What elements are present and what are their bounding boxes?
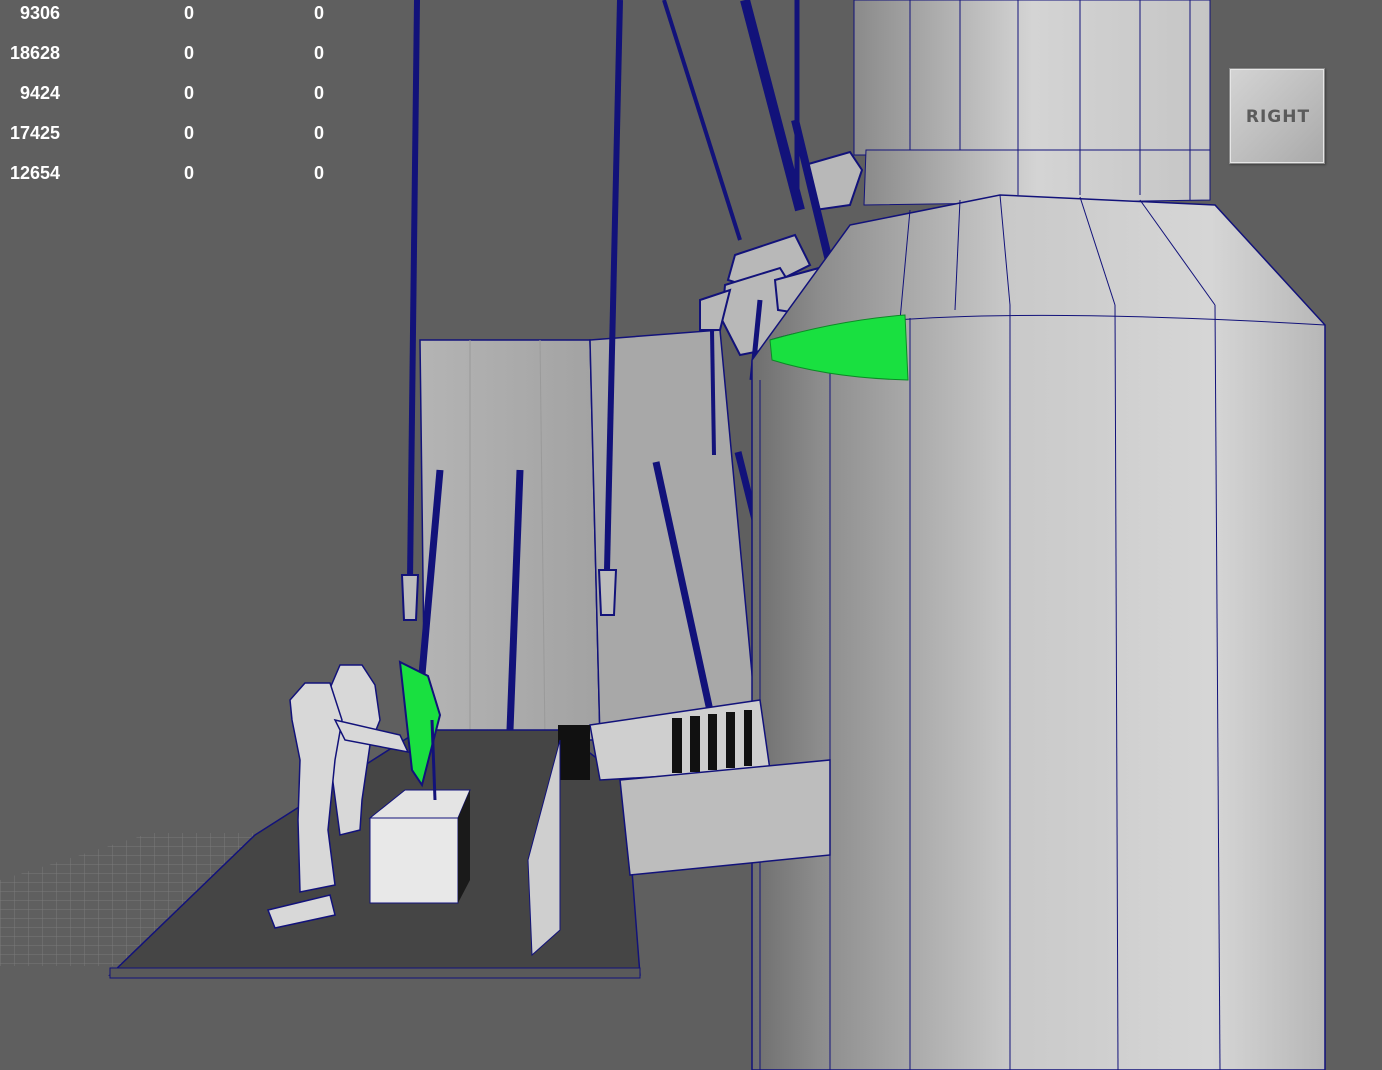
hud-value: 9424 — [19, 83, 60, 103]
hud-value: 17425 — [9, 123, 60, 143]
view-cube[interactable]: RIGHT — [1229, 68, 1325, 164]
hud-row: 17425 0 0 — [0, 123, 340, 143]
hud-value: 9306 — [19, 3, 60, 23]
hud-value: 0 — [313, 3, 324, 23]
hud-value: 0 — [183, 3, 194, 23]
hud-stats: 9306 0 0 18628 0 0 9424 0 0 17425 0 0 12… — [0, 0, 340, 190]
hud-value: 0 — [183, 163, 194, 183]
hud-value: 0 — [313, 83, 324, 103]
hud-value: 0 — [313, 123, 324, 143]
hud-value: 0 — [313, 43, 324, 63]
view-cube-label: RIGHT — [1245, 107, 1311, 127]
hud-value: 18628 — [9, 43, 60, 63]
hud-value: 0 — [313, 163, 324, 183]
hud-value: 12654 — [9, 163, 60, 183]
hud-row: 9424 0 0 — [0, 83, 340, 103]
hud-value: 0 — [183, 43, 194, 63]
3d-viewport[interactable]: 9306 0 0 18628 0 0 9424 0 0 17425 0 0 12… — [0, 0, 1382, 1070]
hud-row: 18628 0 0 — [0, 43, 340, 63]
hud-value: 0 — [183, 123, 194, 143]
hud-row: 9306 0 0 — [0, 3, 340, 23]
crate — [368, 789, 471, 904]
hud-value: 0 — [183, 83, 194, 103]
hud-row: 12654 0 0 — [0, 163, 340, 183]
